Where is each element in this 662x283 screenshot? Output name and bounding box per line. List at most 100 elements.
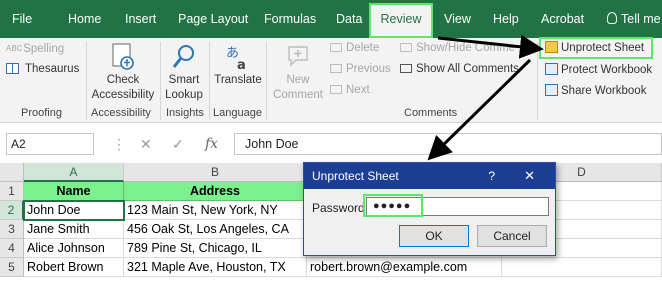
smart-lookup-button[interactable]: Smart Lookup bbox=[162, 42, 206, 103]
new-comment-line1: New bbox=[286, 74, 310, 86]
row-header-5[interactable]: 5 bbox=[0, 258, 24, 277]
group-divider bbox=[537, 42, 538, 120]
insights-group-label: Insights bbox=[166, 107, 204, 119]
show-all-comments-button[interactable]: Show All Comments bbox=[400, 63, 519, 75]
cancel-button[interactable]: Cancel bbox=[477, 225, 547, 247]
insert-function-icon[interactable]: fx bbox=[205, 133, 218, 155]
column-header-b[interactable]: B bbox=[124, 163, 307, 182]
cell-a5[interactable]: Robert Brown bbox=[24, 258, 124, 277]
translate-label: Translate bbox=[214, 74, 262, 86]
show-all-label: Show All Comments bbox=[416, 63, 519, 75]
tab-help[interactable]: Help bbox=[493, 0, 519, 38]
show-all-comments-icon bbox=[400, 64, 412, 73]
row-header-4[interactable]: 4 bbox=[0, 239, 24, 258]
formula-bar: A2 ⋮ ✕ ✓ fx John Doe bbox=[0, 123, 662, 160]
row-header-3[interactable]: 3 bbox=[0, 220, 24, 239]
unprotect-sheet-dialog: Unprotect Sheet ? ✕ Password: ●●●●● OK C… bbox=[303, 162, 556, 256]
name-box[interactable]: A2 bbox=[6, 133, 94, 155]
previous-label: Previous bbox=[346, 63, 391, 75]
show-hide-comment-button[interactable]: Show/Hide Comme bbox=[400, 42, 522, 54]
tab-view[interactable]: View bbox=[444, 0, 471, 38]
cell-a3[interactable]: Jane Smith bbox=[24, 220, 124, 239]
cell-b2[interactable]: 123 Main St, New York, NY bbox=[124, 201, 307, 220]
password-label: Password: bbox=[312, 201, 369, 215]
active-cell-indicator bbox=[23, 200, 125, 221]
protect-workbook-label: Protect Workbook bbox=[561, 64, 653, 76]
show-hide-comment-icon bbox=[400, 43, 412, 52]
tab-insert[interactable]: Insert bbox=[125, 0, 156, 38]
new-comment-button[interactable]: New Comment bbox=[270, 42, 326, 103]
tab-home[interactable]: Home bbox=[68, 0, 101, 38]
smart-label-line1: Smart bbox=[168, 74, 200, 86]
check-accessibility-button[interactable]: Check Accessibility bbox=[88, 42, 158, 103]
enter-icon[interactable]: ✓ bbox=[172, 133, 184, 155]
previous-comment-icon bbox=[330, 64, 342, 73]
tab-file[interactable]: File bbox=[12, 0, 32, 38]
smart-label-line2: Lookup bbox=[165, 89, 203, 101]
cell-a1[interactable]: Name bbox=[24, 182, 124, 201]
delete-label: Delete bbox=[346, 42, 380, 54]
cancel-icon[interactable]: ✕ bbox=[140, 133, 152, 155]
row-header-2[interactable]: 2 bbox=[0, 201, 24, 220]
language-group-label: Language bbox=[213, 107, 262, 119]
tab-tell-me[interactable]: Tell me bbox=[607, 0, 661, 38]
thesaurus-label: Thesaurus bbox=[25, 63, 80, 75]
translate-icon: あa bbox=[226, 46, 246, 72]
protect-workbook-button[interactable]: Protect Workbook bbox=[545, 63, 652, 76]
cell-d5[interactable] bbox=[502, 258, 662, 277]
book-icon bbox=[6, 63, 19, 75]
delete-comment-icon bbox=[330, 43, 342, 52]
new-comment-line2: Comment bbox=[273, 89, 323, 101]
cell-c5[interactable]: robert.brown@example.com bbox=[307, 258, 502, 277]
next-comment-icon bbox=[330, 85, 342, 94]
cell-a4[interactable]: Alice Johnson bbox=[24, 239, 124, 258]
row-header-1[interactable]: 1 bbox=[0, 182, 24, 201]
password-highlight bbox=[363, 194, 423, 217]
thesaurus-button[interactable]: Thesaurus bbox=[6, 63, 79, 75]
group-divider bbox=[86, 42, 87, 120]
cell-b3[interactable]: 456 Oak St, Los Angeles, CA bbox=[124, 220, 307, 239]
select-all-corner[interactable] bbox=[0, 163, 24, 182]
formula-bar-options[interactable]: ⋮ bbox=[112, 133, 126, 155]
next-label: Next bbox=[346, 84, 370, 96]
share-workbook-button[interactable]: Share Workbook bbox=[545, 84, 646, 97]
group-divider bbox=[266, 42, 267, 120]
accessibility-group-label: Accessibility bbox=[91, 107, 151, 119]
ok-button[interactable]: OK bbox=[399, 225, 469, 247]
delete-comment-button[interactable]: Delete bbox=[330, 42, 379, 54]
translate-button[interactable]: あa Translate bbox=[211, 42, 265, 88]
protect-workbook-icon bbox=[545, 63, 558, 75]
tab-data[interactable]: Data bbox=[336, 0, 362, 38]
cell-b5[interactable]: 321 Maple Ave, Houston, TX bbox=[124, 258, 307, 277]
help-icon[interactable]: ? bbox=[488, 163, 495, 189]
cell-b4[interactable]: 789 Pine St, Chicago, IL bbox=[124, 239, 307, 258]
spelling-check-icon: ABC bbox=[6, 44, 23, 54]
comments-group-label: Comments bbox=[404, 107, 458, 119]
dialog-title: Unprotect Sheet bbox=[304, 163, 555, 189]
tab-review[interactable]: Review bbox=[369, 3, 433, 38]
check-label-line2: Accessibility bbox=[91, 89, 155, 101]
group-divider bbox=[209, 42, 210, 120]
close-icon[interactable]: ✕ bbox=[524, 163, 535, 189]
previous-comment-button[interactable]: Previous bbox=[330, 63, 391, 75]
ribbon-tab-bar: File Home Insert Page Layout Formulas Da… bbox=[0, 0, 662, 38]
lightbulb-icon bbox=[607, 12, 617, 24]
cell-b1[interactable]: Address bbox=[124, 182, 307, 201]
tab-page-layout[interactable]: Page Layout bbox=[178, 0, 248, 38]
spelling-label: Spelling bbox=[23, 43, 65, 55]
group-divider bbox=[160, 42, 161, 120]
show-hide-label: Show/Hide Comme bbox=[416, 42, 516, 54]
formula-input[interactable]: John Doe bbox=[234, 133, 662, 155]
tab-acrobat[interactable]: Acrobat bbox=[541, 0, 584, 38]
column-header-a[interactable]: A bbox=[24, 163, 124, 182]
tell-me-label: Tell me bbox=[621, 12, 661, 26]
proofing-group-label: Proofing bbox=[21, 107, 62, 119]
tab-formulas[interactable]: Formulas bbox=[264, 0, 316, 38]
share-workbook-icon bbox=[545, 84, 558, 96]
svg-text:a: a bbox=[237, 58, 246, 72]
share-workbook-label: Share Workbook bbox=[561, 85, 647, 97]
check-label-line1: Check bbox=[106, 74, 140, 86]
spelling-button[interactable]: ABC Spelling bbox=[6, 43, 64, 55]
next-comment-button[interactable]: Next bbox=[330, 84, 370, 96]
magnifier-icon bbox=[172, 45, 194, 68]
